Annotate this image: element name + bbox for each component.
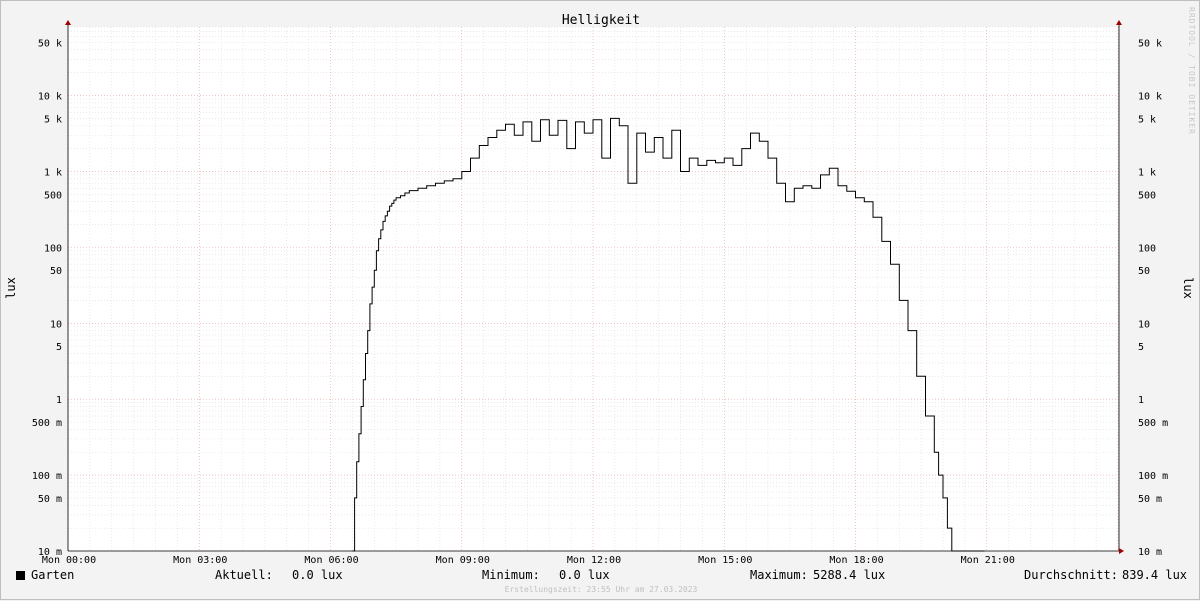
y-tick-label-right: 100 — [1138, 243, 1156, 254]
y-tick-label-right: 1 — [1138, 395, 1144, 406]
legend-avg-label: Durchschnitt: — [1024, 568, 1118, 582]
y-tick-label-right: 5 — [1138, 342, 1144, 353]
y-tick-label-right: 500 m — [1138, 418, 1168, 429]
x-tick-label: Mon 06:00 — [304, 555, 358, 566]
legend-series-name: Garten — [31, 568, 75, 582]
y-tick-label-right: 50 m — [1138, 494, 1162, 505]
y-axis-arrow-right — [1116, 20, 1122, 25]
graph-frame: 50 k 10 k 5 k 1 k 500 100 50 10 5 1 500 m 100 m 50 m… — [0, 0, 1200, 600]
y-axis-labels-left: 50 k 10 k 5 k 1 k 500 100 50 10 5 1 500 m 100 m 50 m… — [32, 38, 62, 558]
creation-timestamp: Erstellungszeit: 23:55 Uhr am 27.03.2023 — [504, 585, 698, 594]
x-tick-label: Mon 21:00 — [961, 555, 1015, 566]
legend-max-label: Maximum: — [750, 568, 808, 582]
y-axis-label-right: lux — [1181, 277, 1195, 299]
y-tick-label-left: 1 — [56, 395, 62, 406]
y-tick-label-right: 500 — [1138, 190, 1156, 201]
x-axis-arrow — [1119, 548, 1124, 554]
x-tick-label: Mon 18:00 — [829, 555, 883, 566]
y-tick-label-left: 100 m — [32, 471, 62, 482]
legend-min-value: 0.0 lux — [559, 568, 610, 582]
x-tick-label: Mon 00:00 — [42, 555, 96, 566]
legend-max-value: 5288.4 lux — [813, 568, 886, 582]
x-tick-label: Mon 12:00 — [567, 555, 621, 566]
y-tick-label-left: 5 — [56, 342, 62, 353]
y-tick-label-right: 5 k — [1138, 114, 1156, 125]
y-axis-labels-right: 50 k 10 k 5 k 1 k 500 100 50 10 5 1 500 m 100 m 50 m… — [1138, 38, 1168, 558]
x-axis-labels: Mon 00:00 Mon 03:00 Mon 06:00 Mon 09:00 Mon … — [42, 555, 1015, 566]
y-tick-label-left: 50 k — [38, 38, 62, 49]
y-tick-label-left: 50 — [50, 266, 62, 277]
y-tick-label-right: 10 m — [1138, 547, 1162, 558]
y-tick-label-left: 1 k — [44, 167, 62, 178]
x-tick-label: Mon 03:00 — [173, 555, 227, 566]
y-tick-label-right: 100 m — [1138, 471, 1168, 482]
y-tick-label-right: 50 — [1138, 266, 1150, 277]
lux-chart: 50 k 10 k 5 k 1 k 500 100 50 10 5 1 500 m 100 m 50 m… — [4, 13, 1195, 566]
y-axis-label-left: lux — [4, 277, 18, 299]
legend-avg-value: 839.4 lux — [1122, 568, 1188, 582]
rrdtool-watermark: RRDTOOL / TOBI OETIKER — [1187, 7, 1196, 135]
chart-title: Helligkeit — [562, 13, 640, 28]
y-tick-label-right: 50 k — [1138, 38, 1162, 49]
x-tick-label: Mon 15:00 — [698, 555, 752, 566]
legend-swatch — [16, 571, 25, 580]
y-tick-label-left: 10 — [50, 319, 62, 330]
y-tick-label-right: 10 k — [1138, 92, 1162, 103]
legend-min-label: Minimum: — [482, 568, 540, 582]
y-tick-label-left: 500 — [44, 190, 62, 201]
y-tick-label-right: 10 — [1138, 319, 1150, 330]
y-tick-label-right: 1 k — [1138, 167, 1156, 178]
y-tick-label-left: 10 k — [38, 92, 62, 103]
y-tick-label-left: 50 m — [38, 494, 62, 505]
x-tick-label: Mon 09:00 — [436, 555, 490, 566]
legend-current-value: 0.0 lux — [292, 568, 343, 582]
y-axis-arrow-left — [65, 20, 71, 25]
legend-current-label: Aktuell: — [215, 568, 273, 582]
y-tick-label-left: 500 m — [32, 418, 62, 429]
y-tick-label-left: 5 k — [44, 114, 62, 125]
y-tick-label-left: 100 — [44, 243, 62, 254]
